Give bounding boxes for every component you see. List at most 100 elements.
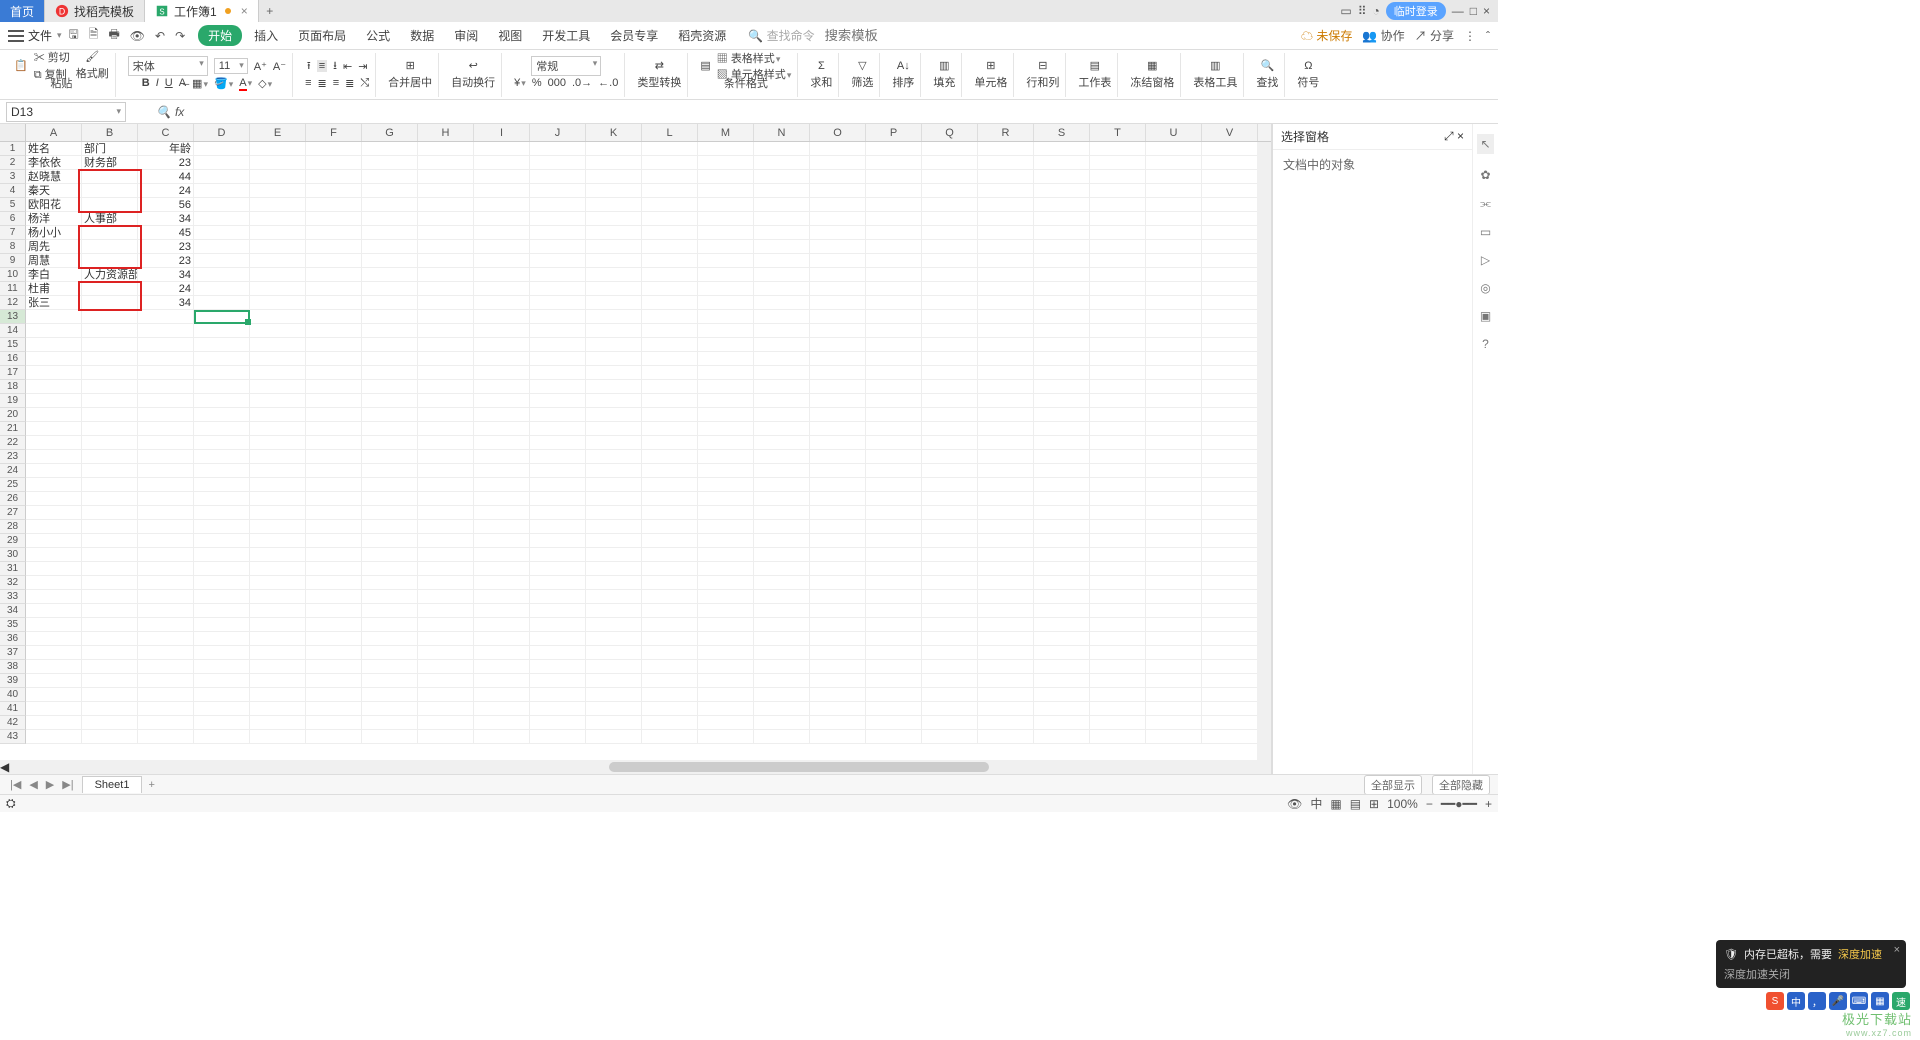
cell[interactable]: 李依依 xyxy=(26,156,82,170)
cell[interactable] xyxy=(82,310,138,324)
sum-icon[interactable]: Σ xyxy=(818,60,825,72)
row-header[interactable]: 4 xyxy=(0,184,26,198)
row-header[interactable]: 27 xyxy=(0,506,26,520)
cell[interactable] xyxy=(362,450,418,464)
cell[interactable]: 杨洋 xyxy=(26,212,82,226)
share-button[interactable]: ↗ 分享 xyxy=(1415,27,1454,44)
align-top-icon[interactable]: ⭱ xyxy=(307,57,311,76)
cell[interactable] xyxy=(1090,464,1146,478)
cell[interactable] xyxy=(474,324,530,338)
cell[interactable] xyxy=(586,142,642,156)
sheet-next-icon[interactable]: ▶ xyxy=(42,778,58,791)
cell[interactable] xyxy=(418,170,474,184)
cell[interactable] xyxy=(530,674,586,688)
cell[interactable] xyxy=(250,226,306,240)
cell[interactable] xyxy=(82,730,138,744)
cell[interactable] xyxy=(26,324,82,338)
cell[interactable] xyxy=(1146,688,1202,702)
cell[interactable] xyxy=(698,310,754,324)
select-all-corner[interactable] xyxy=(0,124,26,141)
cell[interactable] xyxy=(138,730,194,744)
cell[interactable] xyxy=(362,730,418,744)
cell[interactable] xyxy=(810,352,866,366)
cell[interactable] xyxy=(922,562,978,576)
cell[interactable] xyxy=(250,212,306,226)
cell[interactable] xyxy=(586,450,642,464)
search-template-input[interactable] xyxy=(825,28,1002,43)
cell[interactable] xyxy=(418,464,474,478)
cell[interactable] xyxy=(922,226,978,240)
row-header[interactable]: 26 xyxy=(0,492,26,506)
cell[interactable] xyxy=(306,478,362,492)
cell[interactable] xyxy=(418,142,474,156)
cell[interactable] xyxy=(1202,646,1258,660)
cell[interactable] xyxy=(1034,170,1090,184)
row-header[interactable]: 19 xyxy=(0,394,26,408)
cell[interactable] xyxy=(1034,212,1090,226)
cell[interactable] xyxy=(194,394,250,408)
cell[interactable] xyxy=(642,338,698,352)
cell[interactable] xyxy=(1090,632,1146,646)
cell[interactable] xyxy=(138,590,194,604)
cell[interactable] xyxy=(1146,674,1202,688)
col-header-A[interactable]: A xyxy=(26,124,82,141)
cell[interactable] xyxy=(530,254,586,268)
cell[interactable] xyxy=(1090,436,1146,450)
cell[interactable] xyxy=(922,646,978,660)
search-command[interactable]: 🔍 查找命令 xyxy=(748,27,814,44)
cell[interactable]: 24 xyxy=(138,282,194,296)
row-header[interactable]: 7 xyxy=(0,226,26,240)
cell[interactable] xyxy=(194,184,250,198)
row-header[interactable]: 13 xyxy=(0,310,26,324)
cell[interactable] xyxy=(194,674,250,688)
cell[interactable] xyxy=(586,338,642,352)
cell[interactable]: 56 xyxy=(138,198,194,212)
cell[interactable] xyxy=(26,618,82,632)
cell[interactable] xyxy=(474,548,530,562)
cell[interactable] xyxy=(698,548,754,562)
cell[interactable] xyxy=(922,716,978,730)
cell[interactable] xyxy=(586,324,642,338)
cell[interactable] xyxy=(866,198,922,212)
cell[interactable] xyxy=(698,352,754,366)
cell[interactable] xyxy=(1034,338,1090,352)
col-header-N[interactable]: N xyxy=(754,124,810,141)
cell[interactable] xyxy=(978,520,1034,534)
cell[interactable] xyxy=(1202,534,1258,548)
cell[interactable] xyxy=(474,632,530,646)
cell[interactable] xyxy=(306,534,362,548)
cell[interactable] xyxy=(586,394,642,408)
cell[interactable] xyxy=(1090,688,1146,702)
cell[interactable] xyxy=(474,730,530,744)
dec-decrease-icon[interactable]: ←.0 xyxy=(598,77,618,89)
cell[interactable] xyxy=(978,590,1034,604)
cell[interactable] xyxy=(698,282,754,296)
show-all-button[interactable]: 全部显示 xyxy=(1364,775,1422,795)
row-header[interactable]: 43 xyxy=(0,730,26,744)
cell[interactable] xyxy=(978,170,1034,184)
cell[interactable] xyxy=(978,716,1034,730)
cell[interactable] xyxy=(362,380,418,394)
cell[interactable] xyxy=(474,170,530,184)
cell[interactable] xyxy=(194,268,250,282)
cell[interactable] xyxy=(922,324,978,338)
cell[interactable] xyxy=(138,576,194,590)
cell[interactable] xyxy=(362,520,418,534)
cell[interactable] xyxy=(1202,338,1258,352)
cell[interactable] xyxy=(306,408,362,422)
collapse-ribbon-icon[interactable]: ˆ xyxy=(1486,29,1490,43)
cell[interactable] xyxy=(306,646,362,660)
cell[interactable] xyxy=(250,618,306,632)
cell[interactable] xyxy=(866,646,922,660)
cell[interactable] xyxy=(1034,142,1090,156)
cell[interactable] xyxy=(26,506,82,520)
cell[interactable] xyxy=(866,506,922,520)
cell[interactable] xyxy=(418,520,474,534)
print-icon[interactable]: 🖶 xyxy=(105,25,122,46)
cell[interactable] xyxy=(26,436,82,450)
cell[interactable] xyxy=(362,338,418,352)
cell[interactable] xyxy=(474,408,530,422)
new-tab-button[interactable]: + xyxy=(259,4,281,18)
cell[interactable]: 李白 xyxy=(26,268,82,282)
cell[interactable] xyxy=(586,688,642,702)
